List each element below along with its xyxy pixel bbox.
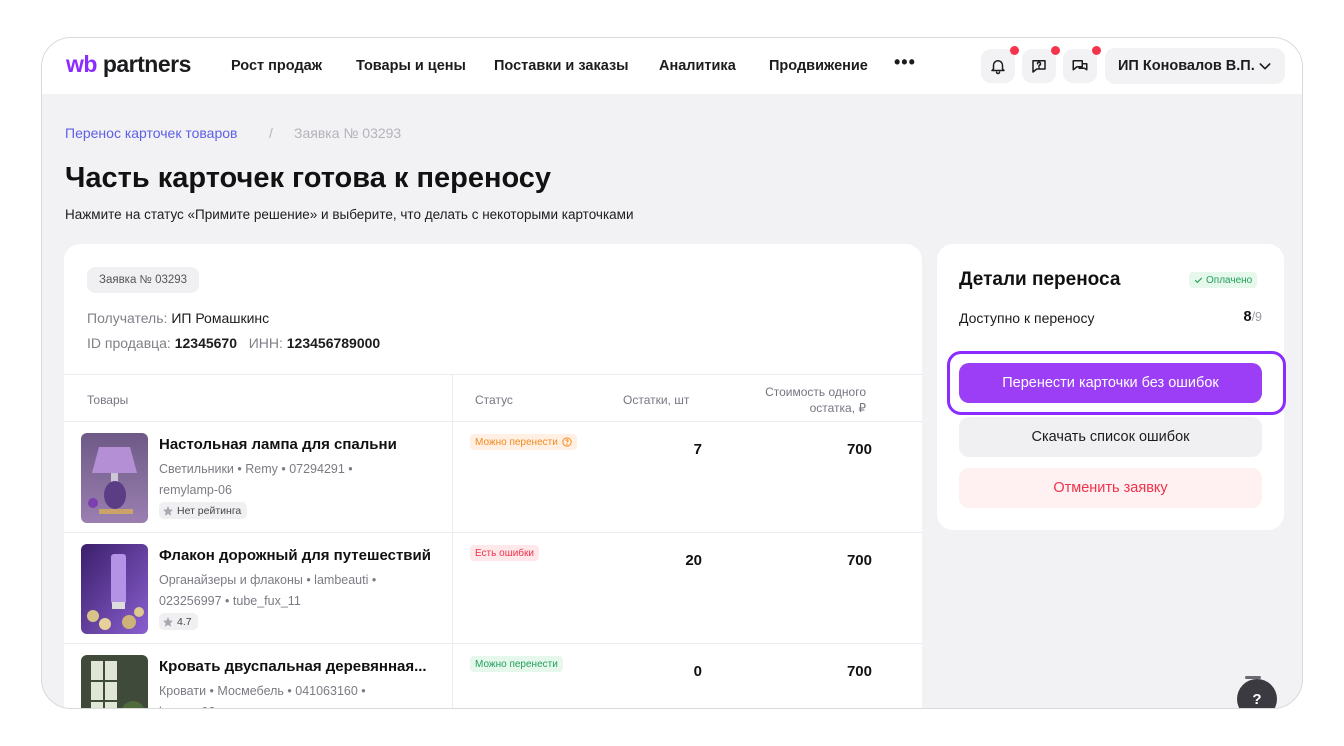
account-name: ИП Коновалов В.П. [1118,58,1255,74]
recipient-line: Получатель: ИП Ромашкинс [87,310,269,326]
price-value: 700 [846,552,872,569]
seller-line: ID продавца: 12345670 ИНН: 123456789000 [87,335,380,351]
status-text: Можно перенести [475,658,558,670]
question-bubble-icon [1032,60,1046,73]
breadcrumb-parent[interactable]: Перенос карточек товаров [65,125,237,141]
nav-supplies-orders[interactable]: Поставки и заказы [494,58,629,74]
recipient-label: Получатель: [87,310,168,326]
nav-products-prices[interactable]: Товары и цены [356,58,466,74]
notification-dot [1010,46,1019,55]
column-status: Статус [475,393,513,407]
product-image-bed [81,655,148,708]
page-title: Часть карточек готова к переносу [65,162,552,194]
product-title[interactable]: Флакон дорожный для путешествий [159,547,431,564]
stock-value: 20 [685,552,702,569]
product-title[interactable]: Кровать двуспальная деревянная... [159,658,427,675]
help-button[interactable]: ? [1237,679,1277,708]
available-total: /9 [1251,310,1262,324]
top-navigation: wb partners Рост продаж Товары и цены По… [42,38,1302,94]
app-window: wb partners Рост продаж Товары и цены По… [41,37,1303,709]
account-menu[interactable]: ИП Коновалов В.П. [1105,48,1285,84]
rating-text: 4.7 [177,615,192,628]
check-icon [1194,277,1203,283]
breadcrumb-current: Заявка № 03293 [294,125,402,141]
stock-value: 0 [693,663,702,680]
highlight-frame [947,351,1286,415]
seller-id-label: ID продавца: [87,335,171,351]
product-meta: Светильники • Remy • 07294291 • remylamp… [159,462,353,497]
inn-value: 123456789000 [286,335,381,351]
chat-icon [1072,60,1088,71]
notifications-button[interactable] [981,46,1019,83]
available-value: 8/9 [1243,309,1262,325]
rating-badge: 4.7 [159,613,198,630]
status-text: Есть ошибки [475,547,534,559]
available-label: Доступно к переносу [959,310,1095,326]
inn-label: ИНН: [248,335,283,351]
star-icon [163,505,173,516]
status-badge[interactable]: Есть ошибки [470,545,539,561]
details-title: Детали переноса [959,269,1121,290]
download-errors-button[interactable]: Скачать список ошибок [959,417,1262,457]
request-card: Заявка № 03293 Получатель: ИП Ромашкинс … [64,244,922,708]
question-circle-icon [562,437,572,447]
logo-wb: wb [66,51,97,77]
rating-badge: Нет рейтинга [159,502,248,519]
product-image-flask [81,544,148,634]
nav-promotion[interactable]: Продвижение [769,58,868,74]
status-badge[interactable]: Можно перенести [470,656,563,672]
paid-badge: Оплачено [1189,272,1258,288]
price-value: 700 [846,441,872,458]
chats-dot [1092,46,1101,55]
chevron-down-icon [1259,63,1271,70]
bell-icon [991,60,1005,75]
recipient-value: ИП Ромашкинс [171,310,270,326]
column-price: Стоимость одного остатка, ₽ [736,384,866,416]
price-value: 700 [846,663,872,680]
wb-partners-logo[interactable]: wb partners [66,51,191,78]
table-row[interactable]: Флакон дорожный для путешествий Органайз… [64,533,922,644]
product-image-lamp [81,433,148,523]
paid-badge-text: Оплачено [1206,274,1253,286]
column-price-line2: остатка, ₽ [809,401,866,415]
questions-button[interactable] [1022,46,1060,83]
page-subtitle: Нажмите на статус «Примите решение» и вы… [65,207,634,222]
star-icon [163,616,173,627]
request-badge: Заявка № 03293 [87,267,200,293]
product-meta: Органайзеры и флаконы • lambeauti • 0232… [159,573,377,608]
cancel-request-button[interactable]: Отменить заявку [959,468,1262,508]
stock-value: 7 [693,441,702,458]
nav-analytics[interactable]: Аналитика [659,58,736,74]
more-menu-icon[interactable]: ••• [894,52,916,73]
product-title[interactable]: Настольная лампа для спальни [159,436,397,453]
rating-text: Нет рейтинга [177,504,242,517]
column-stock: Остатки, шт [623,393,690,407]
questions-dot [1051,46,1060,55]
status-badge[interactable]: Можно перенести [470,434,577,450]
status-text: Можно перенести [475,436,558,448]
chats-button[interactable] [1063,46,1101,83]
nav-growth[interactable]: Рост продаж [231,58,322,74]
table-row[interactable]: Кровать двуспальная деревянная... Кроват… [64,644,922,708]
table-header: Товары Статус Остатки, шт Стоимость одно… [64,374,922,422]
product-meta: Кровати • Мосмебель • 041063160 • br.wu.… [159,684,366,708]
available-count: 8 [1243,309,1252,325]
breadcrumb-separator: / [269,125,273,141]
seller-id-value: 12345670 [174,335,238,351]
table-row[interactable]: Настольная лампа для спальни Светильники… [64,422,922,533]
column-products: Товары [87,393,129,407]
logo-partners: partners [96,51,192,77]
column-price-line1: Стоимость одного [765,385,866,399]
